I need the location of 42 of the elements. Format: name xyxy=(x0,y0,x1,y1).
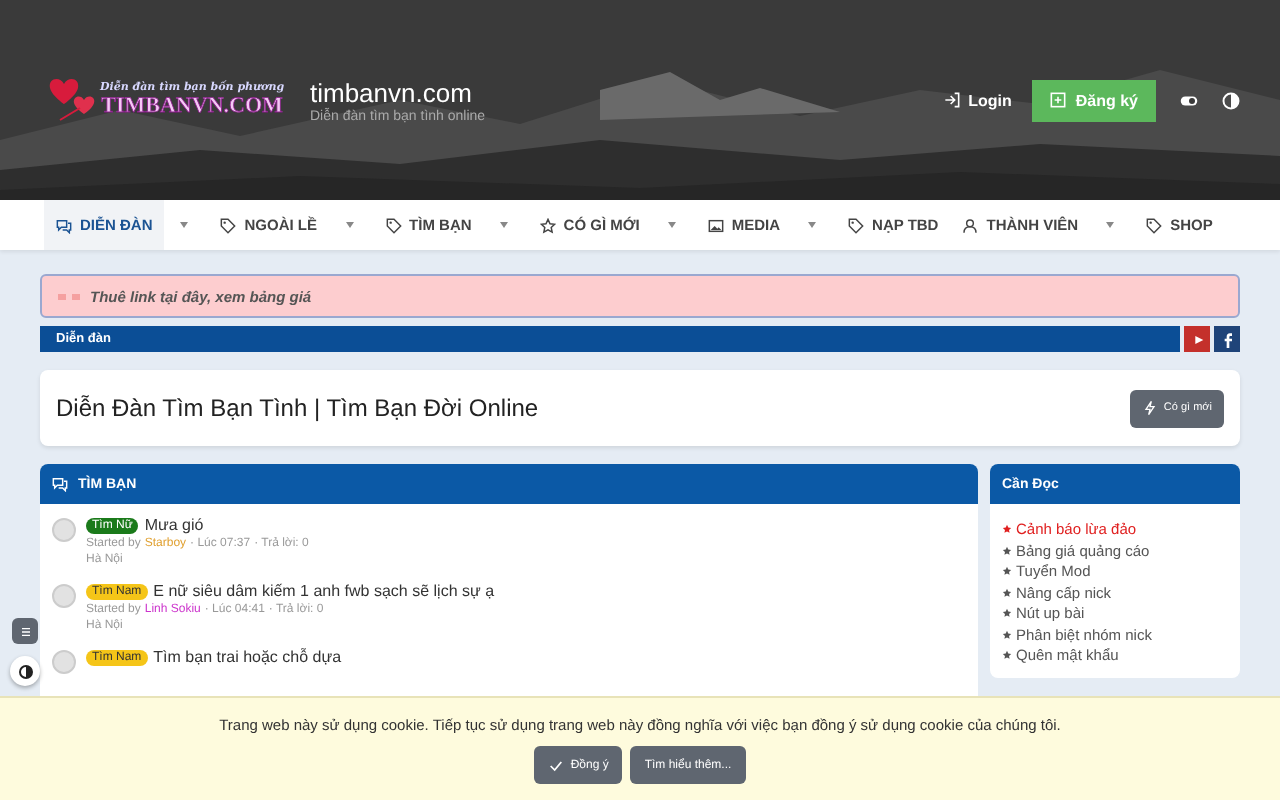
login-icon xyxy=(944,92,961,108)
star-icon xyxy=(1002,608,1012,619)
tag-icon xyxy=(385,217,402,233)
site-title: timbanvn.com xyxy=(310,77,474,108)
user-icon xyxy=(962,217,979,233)
star-icon xyxy=(1002,629,1012,640)
menu-icon xyxy=(17,623,33,639)
star-icon xyxy=(1002,545,1012,556)
play-icon xyxy=(1189,331,1205,347)
check-icon xyxy=(548,757,565,773)
star-icon xyxy=(539,217,556,233)
star-icon xyxy=(1002,650,1012,661)
star-icon xyxy=(1002,566,1012,577)
youtube-icon[interactable] xyxy=(1184,326,1210,352)
star-icon xyxy=(1002,524,1012,535)
contrast-button[interactable] xyxy=(10,656,40,686)
contrast-icon xyxy=(1222,91,1240,109)
plus-square-icon xyxy=(1049,92,1066,108)
toggle-icon xyxy=(1180,91,1198,109)
caret-icon[interactable] xyxy=(1106,222,1115,228)
chat-icon xyxy=(52,476,68,492)
bolt-icon xyxy=(1141,400,1158,416)
tag-icon xyxy=(220,217,237,233)
menu-button[interactable] xyxy=(12,618,38,644)
star-icon xyxy=(1002,587,1012,598)
contrast-icon xyxy=(17,663,33,679)
thread-title[interactable]: Tìm bạn trai hoặc chỗ dựa xyxy=(153,648,342,666)
thread-title[interactable]: E nữ siêu dâm kiếm 1 anh fwb sạch sẽ lịch sự ạ xyxy=(153,582,495,600)
caret-icon[interactable] xyxy=(667,222,676,228)
caret-icon[interactable] xyxy=(345,222,354,228)
tag-icon xyxy=(1146,217,1163,233)
caret-icon[interactable] xyxy=(180,222,189,228)
caret-icon[interactable] xyxy=(499,222,508,228)
tag-icon xyxy=(848,217,865,233)
caret-icon[interactable] xyxy=(808,222,817,228)
image-icon xyxy=(707,217,724,233)
login-link[interactable]: Login xyxy=(940,83,1016,117)
f-letter-icon xyxy=(1219,331,1235,347)
page-title: Diễn Đàn Tìm Bạn Tình | Tìm Bạn Đời Online xyxy=(56,394,539,422)
chat-icon xyxy=(56,217,72,233)
thread-title[interactable]: Mưa gió xyxy=(144,516,204,534)
facebook-icon[interactable] xyxy=(1214,326,1240,352)
